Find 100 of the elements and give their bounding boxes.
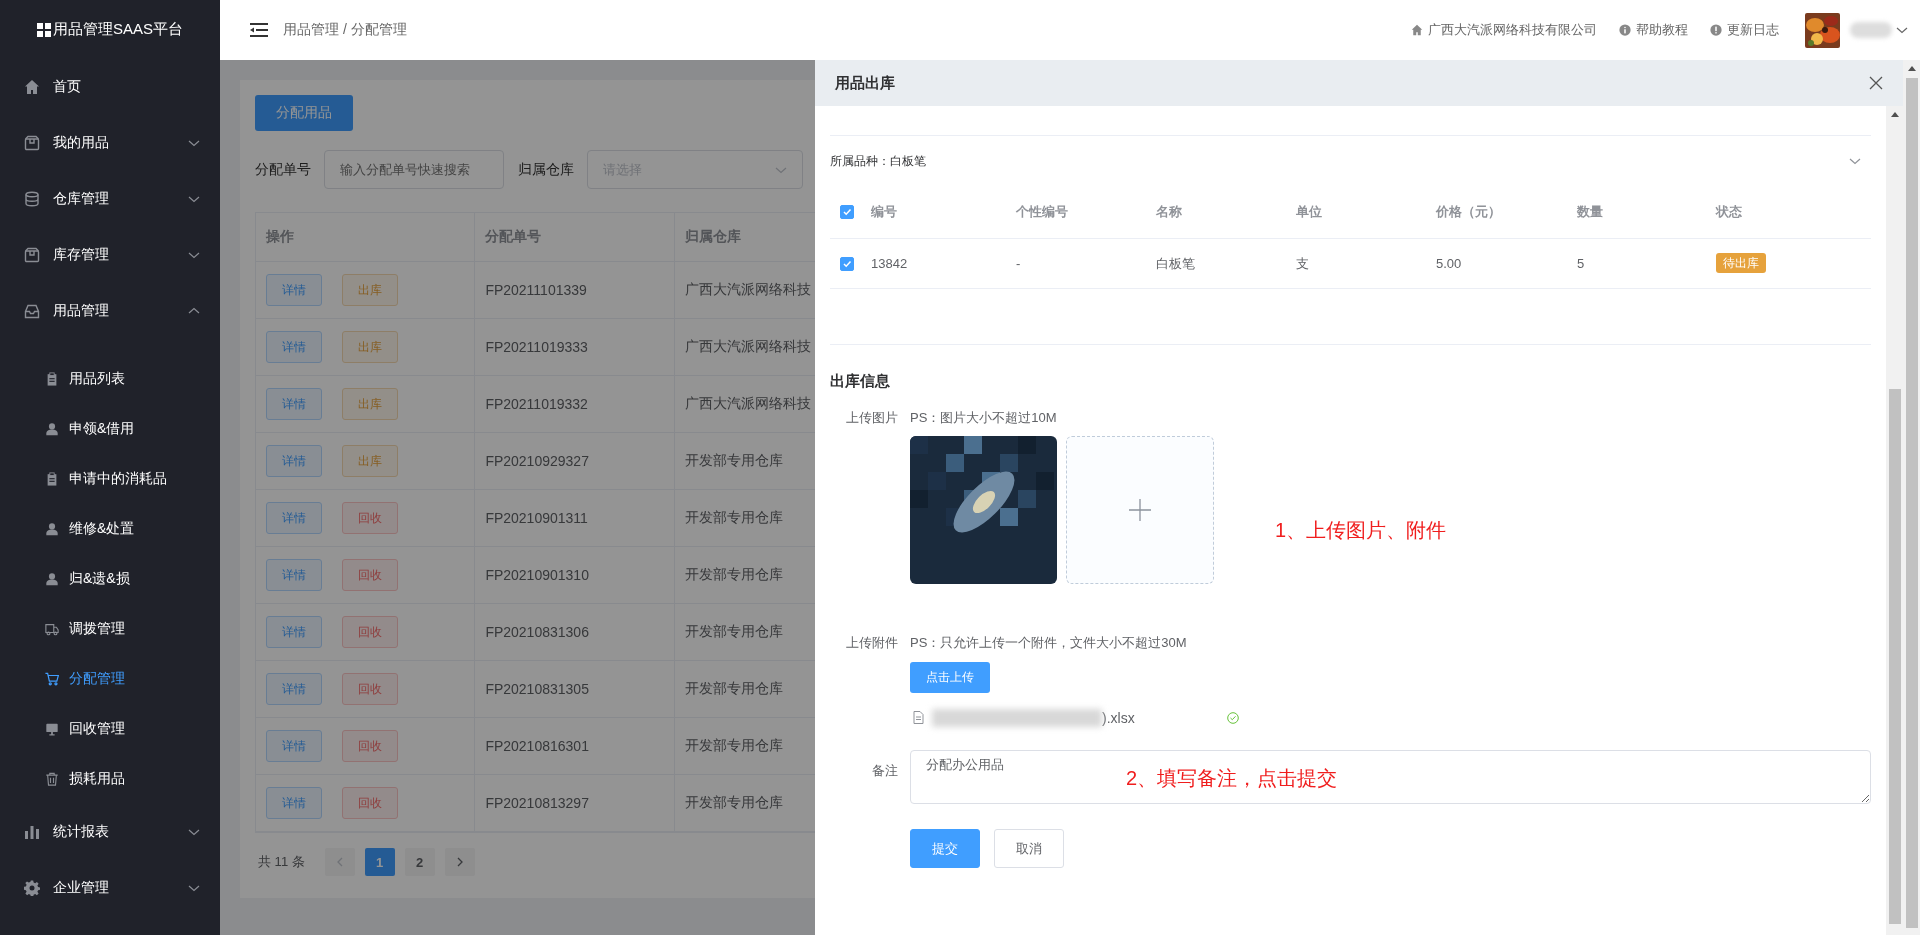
scroll-up-icon[interactable]	[1907, 65, 1916, 73]
recycle-button[interactable]: 回收	[342, 502, 398, 534]
annotation-text: 2、填写备注，点击提交	[1126, 766, 1338, 791]
bar-chart-icon	[24, 824, 40, 840]
sidebar-submenu-item[interactable]: 损耗用品	[0, 754, 220, 804]
table-cell: FP20211019333	[475, 319, 675, 375]
scroll-up-icon[interactable]	[1890, 111, 1899, 119]
detail-button[interactable]: 详情	[266, 787, 322, 819]
sidebar-submenu-item[interactable]: 维修&处置	[0, 504, 220, 554]
detail-button[interactable]: 详情	[266, 616, 322, 648]
page-button[interactable]: 1	[364, 848, 395, 876]
column-header: 分配单号	[475, 213, 675, 261]
outbound-button[interactable]: 出库	[342, 388, 398, 420]
sidebar-menu-item[interactable]: 用品管理	[0, 283, 220, 339]
filter-label: 分配单号	[255, 160, 311, 179]
next-page-button[interactable]	[444, 848, 475, 876]
sidebar-submenu-item[interactable]: 申请中的消耗品	[0, 454, 220, 504]
scrollbar[interactable]	[1903, 60, 1920, 935]
checkbox[interactable]	[840, 205, 854, 219]
sidebar-menu-item[interactable]: 我的用品	[0, 115, 220, 171]
detail-button[interactable]: 详情	[266, 502, 322, 534]
detail-button[interactable]: 详情	[266, 730, 322, 762]
sidebar-menu-item[interactable]: 统计报表	[0, 804, 220, 860]
submit-button[interactable]: 提交	[910, 829, 980, 868]
header-link[interactable]: 广西大汽派网络科技有限公司	[1411, 21, 1597, 39]
detail-button[interactable]: 详情	[266, 673, 322, 705]
sidebar-submenu-item[interactable]: 调拨管理	[0, 604, 220, 654]
column-header: 单位	[1296, 204, 1322, 219]
table-cell: 白板笔	[1156, 255, 1195, 271]
detail-button[interactable]: 详情	[266, 559, 322, 591]
grid-logo-icon	[37, 22, 51, 37]
table-cell: FP20211019332	[475, 376, 675, 432]
header-link[interactable]: 帮助教程	[1619, 21, 1688, 39]
table-cell: 5.00	[1436, 256, 1462, 271]
sidebar-submenu-item[interactable]: 归&遗&损	[0, 554, 220, 604]
database-icon	[24, 191, 40, 207]
table-cell: FP20211101339	[475, 262, 675, 318]
house-icon	[1411, 24, 1423, 36]
house-icon	[24, 79, 40, 95]
drawer-title: 用品出库	[835, 73, 895, 93]
column-header: 价格（元）	[1436, 204, 1501, 219]
recycle-button[interactable]: 回收	[342, 787, 398, 819]
group-header[interactable]: 所属品种：白板笔	[830, 152, 926, 170]
table-cell: 5	[1577, 256, 1585, 271]
recycle-button[interactable]: 回收	[342, 673, 398, 705]
plus-icon	[1128, 498, 1152, 522]
status-tag: 待出库	[1716, 253, 1766, 273]
sidebar-submenu-item[interactable]: 分配管理	[0, 654, 220, 704]
outbound-button[interactable]: 出库	[342, 331, 398, 363]
sidebar-submenu-item[interactable]: 回收管理	[0, 704, 220, 754]
person-icon	[45, 422, 59, 436]
sidebar-menu-item[interactable]: 仓库管理	[0, 171, 220, 227]
table-cell: FP20210901311	[475, 490, 675, 546]
upload-button[interactable]: 点击上传	[910, 662, 990, 693]
page-button[interactable]: 2	[404, 848, 435, 876]
table-cell: 支	[1296, 255, 1309, 271]
detail-button[interactable]: 详情	[266, 388, 322, 420]
outbound-button[interactable]: 出库	[342, 445, 398, 477]
sidebar-menu-item[interactable]: 企业管理	[0, 860, 220, 916]
cancel-button[interactable]: 取消	[994, 829, 1064, 868]
info-icon	[1619, 24, 1631, 36]
document-icon	[913, 711, 924, 724]
breadcrumb: 用品管理 / 分配管理	[283, 21, 408, 39]
column-header: 数量	[1577, 204, 1603, 219]
menu-icon[interactable]	[250, 23, 268, 37]
checkbox[interactable]	[840, 256, 854, 271]
app-logo-text: 用品管理SAAS平台	[53, 20, 183, 39]
filter-label: 归属仓库	[518, 160, 574, 179]
recycle-button[interactable]: 回收	[342, 616, 398, 648]
person-icon	[45, 522, 59, 536]
sidebar-submenu-item[interactable]: 申领&借用	[0, 404, 220, 454]
recycle-button[interactable]: 回收	[342, 730, 398, 762]
file-name[interactable]: ).xlsx	[1102, 709, 1227, 726]
outbound-button[interactable]: 出库	[342, 274, 398, 306]
recycle-button[interactable]: 回收	[342, 559, 398, 591]
scrollbar[interactable]	[1886, 106, 1903, 935]
box-icon	[24, 135, 40, 151]
search-field[interactable]: 输入分配单号快速搜索	[324, 150, 504, 189]
total-count: 共 11 条	[258, 853, 305, 871]
table-cell: FP20210816301	[475, 718, 675, 774]
close-icon[interactable]	[1869, 76, 1883, 90]
table-cell: FP20210901310	[475, 547, 675, 603]
detail-button[interactable]: 详情	[266, 445, 322, 477]
cart-icon	[45, 672, 59, 686]
header-link[interactable]: 更新日志	[1710, 21, 1779, 39]
detail-button[interactable]: 详情	[266, 274, 322, 306]
sidebar-menu-item[interactable]: 首页	[0, 59, 220, 115]
table-cell: FP20210929327	[475, 433, 675, 489]
annotation-text: 1、上传图片、附件	[1275, 517, 1447, 543]
column-header: 操作	[256, 213, 476, 261]
trash-icon	[45, 772, 59, 786]
blurred-username	[1850, 22, 1892, 38]
clipboard-icon	[45, 372, 59, 386]
clipboard-icon	[45, 472, 59, 486]
table-cell: FP20210831305	[475, 661, 675, 717]
primary-button[interactable]: 分配用品	[255, 95, 353, 131]
sidebar-menu-item[interactable]: 库存管理	[0, 227, 220, 283]
settings-icon	[24, 880, 40, 896]
detail-button[interactable]: 详情	[266, 331, 322, 363]
sidebar-submenu-item[interactable]: 用品列表	[0, 354, 220, 404]
